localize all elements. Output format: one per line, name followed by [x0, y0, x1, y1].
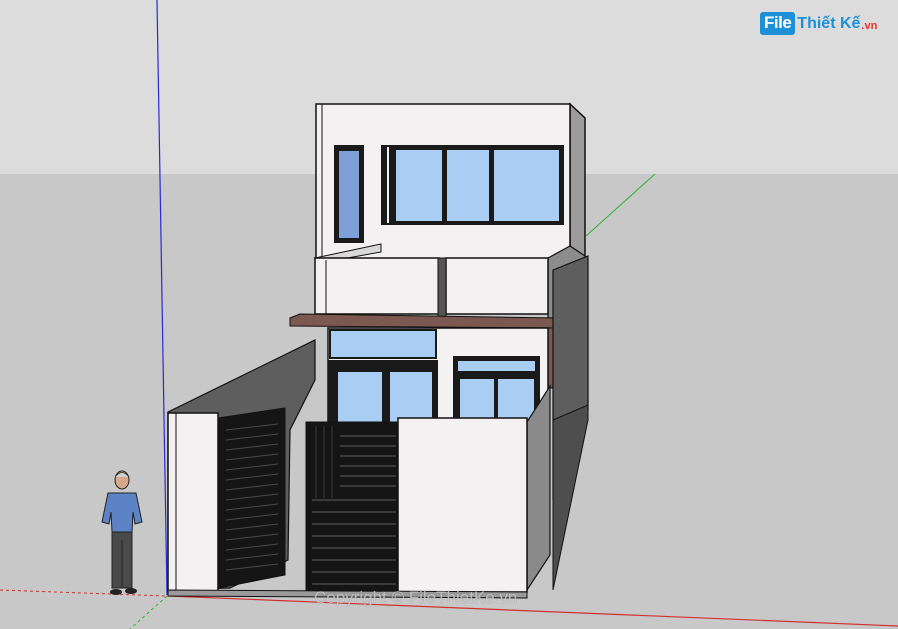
logo-badge: File — [760, 12, 796, 35]
left-gate — [217, 407, 286, 589]
sketchup-viewport[interactable]: File Thiết Kế .vn Copyright © FileThietK… — [0, 0, 898, 629]
ground-window-pane-right — [498, 379, 534, 421]
upper-side-wall — [569, 102, 586, 259]
balcony-column — [437, 257, 447, 319]
main-door-glass-left — [338, 372, 382, 428]
3d-scene[interactable] — [0, 0, 898, 629]
center-gate — [305, 421, 399, 593]
copyright-watermark: Copyright © FileThietKe.vn — [314, 588, 518, 607]
upper-wide-window-pane-1 — [396, 150, 442, 221]
ground-window-pane-left — [460, 379, 494, 421]
balcony-parapet-left — [314, 257, 440, 315]
upper-wide-window-pane-3 — [494, 150, 559, 221]
ground-window-transom — [458, 361, 535, 371]
upper-narrow-window-glass — [339, 151, 359, 238]
door-transom — [329, 329, 437, 359]
upper-wide-window-pane-2 — [447, 150, 489, 221]
balcony-parapet-right — [445, 257, 549, 315]
filethietke-logo: File Thiết Kế .vn — [760, 12, 877, 35]
logo-domain: .vn — [861, 19, 878, 32]
fence-right-side — [526, 383, 551, 593]
logo-name: Thiết Kế — [797, 14, 861, 32]
fence-right-wall — [397, 417, 528, 593]
